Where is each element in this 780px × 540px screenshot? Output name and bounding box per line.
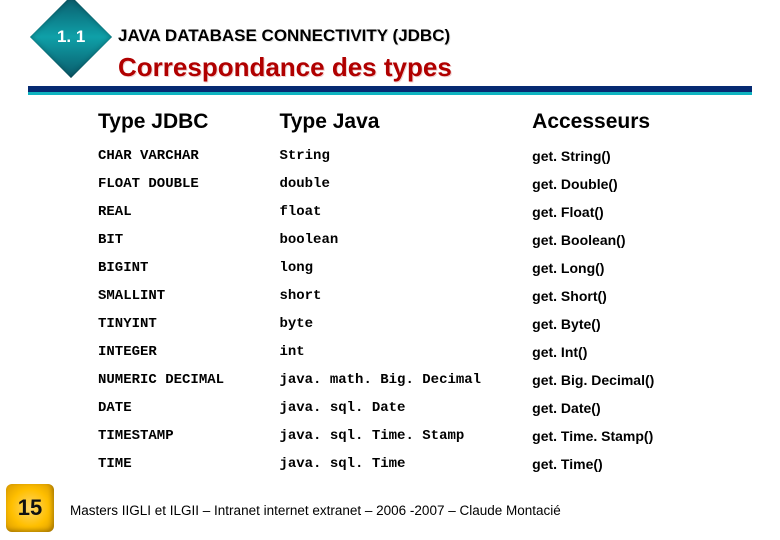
cell-accessor: get. Byte() [526, 310, 740, 338]
cell-jdbc-type: REAL [92, 198, 273, 226]
table-body: CHAR VARCHARStringget. String()FLOAT DOU… [92, 142, 740, 478]
page-number: 15 [18, 495, 42, 521]
cell-jdbc-type: FLOAT DOUBLE [92, 170, 273, 198]
cell-accessor: get. Short() [526, 282, 740, 310]
cell-java-type: float [273, 198, 526, 226]
page-number-badge: 15 [6, 484, 54, 532]
table-row: TIMEjava. sql. Timeget. Time() [92, 450, 740, 478]
table-row: TIMESTAMPjava. sql. Time. Stampget. Time… [92, 422, 740, 450]
table-row: DATEjava. sql. Dateget. Date() [92, 394, 740, 422]
cell-accessor: get. Boolean() [526, 226, 740, 254]
table-row: FLOAT DOUBLEdoubleget. Double() [92, 170, 740, 198]
cell-accessor: get. Int() [526, 338, 740, 366]
cell-jdbc-type: TIME [92, 450, 273, 478]
table-row: CHAR VARCHARStringget. String() [92, 142, 740, 170]
cell-java-type: byte [273, 310, 526, 338]
table-row: BITbooleanget. Boolean() [92, 226, 740, 254]
cell-java-type: boolean [273, 226, 526, 254]
cell-java-type: java. sql. Time. Stamp [273, 422, 526, 450]
cell-accessor: get. Time() [526, 450, 740, 478]
cell-accessor: get. Big. Decimal() [526, 366, 740, 394]
cell-java-type: int [273, 338, 526, 366]
cell-jdbc-type: TINYINT [92, 310, 273, 338]
cell-accessor: get. String() [526, 142, 740, 170]
type-mapping-table: Type JDBC Type Java Accesseurs CHAR VARC… [92, 104, 740, 478]
footer-text: Masters IIGLI et ILGII – Intranet intern… [70, 503, 561, 518]
cell-accessor: get. Float() [526, 198, 740, 226]
cell-jdbc-type: NUMERIC DECIMAL [92, 366, 273, 394]
table-row: SMALLINTshortget. Short() [92, 282, 740, 310]
table-row: REALfloatget. Float() [92, 198, 740, 226]
section-badge: 1. 1 [30, 0, 112, 78]
col-header-java: Type Java [273, 104, 526, 142]
content-area: Type JDBC Type Java Accesseurs CHAR VARC… [92, 104, 740, 494]
cell-java-type: double [273, 170, 526, 198]
cell-java-type: java. math. Big. Decimal [273, 366, 526, 394]
cell-jdbc-type: SMALLINT [92, 282, 273, 310]
cell-jdbc-type: BIGINT [92, 254, 273, 282]
cell-java-type: short [273, 282, 526, 310]
cell-jdbc-type: DATE [92, 394, 273, 422]
cell-java-type: java. sql. Date [273, 394, 526, 422]
cell-jdbc-type: INTEGER [92, 338, 273, 366]
cell-accessor: get. Date() [526, 394, 740, 422]
chapter-label: JAVA DATABASE CONNECTIVITY (JDBC) [118, 26, 450, 46]
table-row: NUMERIC DECIMALjava. math. Big. Decimalg… [92, 366, 740, 394]
slide-title: Correspondance des types [118, 52, 452, 83]
divider-cyan [28, 92, 752, 95]
cell-accessor: get. Long() [526, 254, 740, 282]
cell-jdbc-type: CHAR VARCHAR [92, 142, 273, 170]
col-header-accessors: Accesseurs [526, 104, 740, 142]
cell-accessor: get. Double() [526, 170, 740, 198]
cell-jdbc-type: BIT [92, 226, 273, 254]
cell-java-type: String [273, 142, 526, 170]
table-header-row: Type JDBC Type Java Accesseurs [92, 104, 740, 142]
section-number: 1. 1 [57, 27, 85, 47]
cell-java-type: long [273, 254, 526, 282]
cell-java-type: java. sql. Time [273, 450, 526, 478]
table-row: TINYINTbyteget. Byte() [92, 310, 740, 338]
col-header-jdbc: Type JDBC [92, 104, 273, 142]
slide-header: 1. 1 JAVA DATABASE CONNECTIVITY (JDBC) C… [0, 0, 780, 84]
cell-accessor: get. Time. Stamp() [526, 422, 740, 450]
slide: 1. 1 JAVA DATABASE CONNECTIVITY (JDBC) C… [0, 0, 780, 540]
table-row: BIGINTlongget. Long() [92, 254, 740, 282]
cell-jdbc-type: TIMESTAMP [92, 422, 273, 450]
table-row: INTEGERintget. Int() [92, 338, 740, 366]
